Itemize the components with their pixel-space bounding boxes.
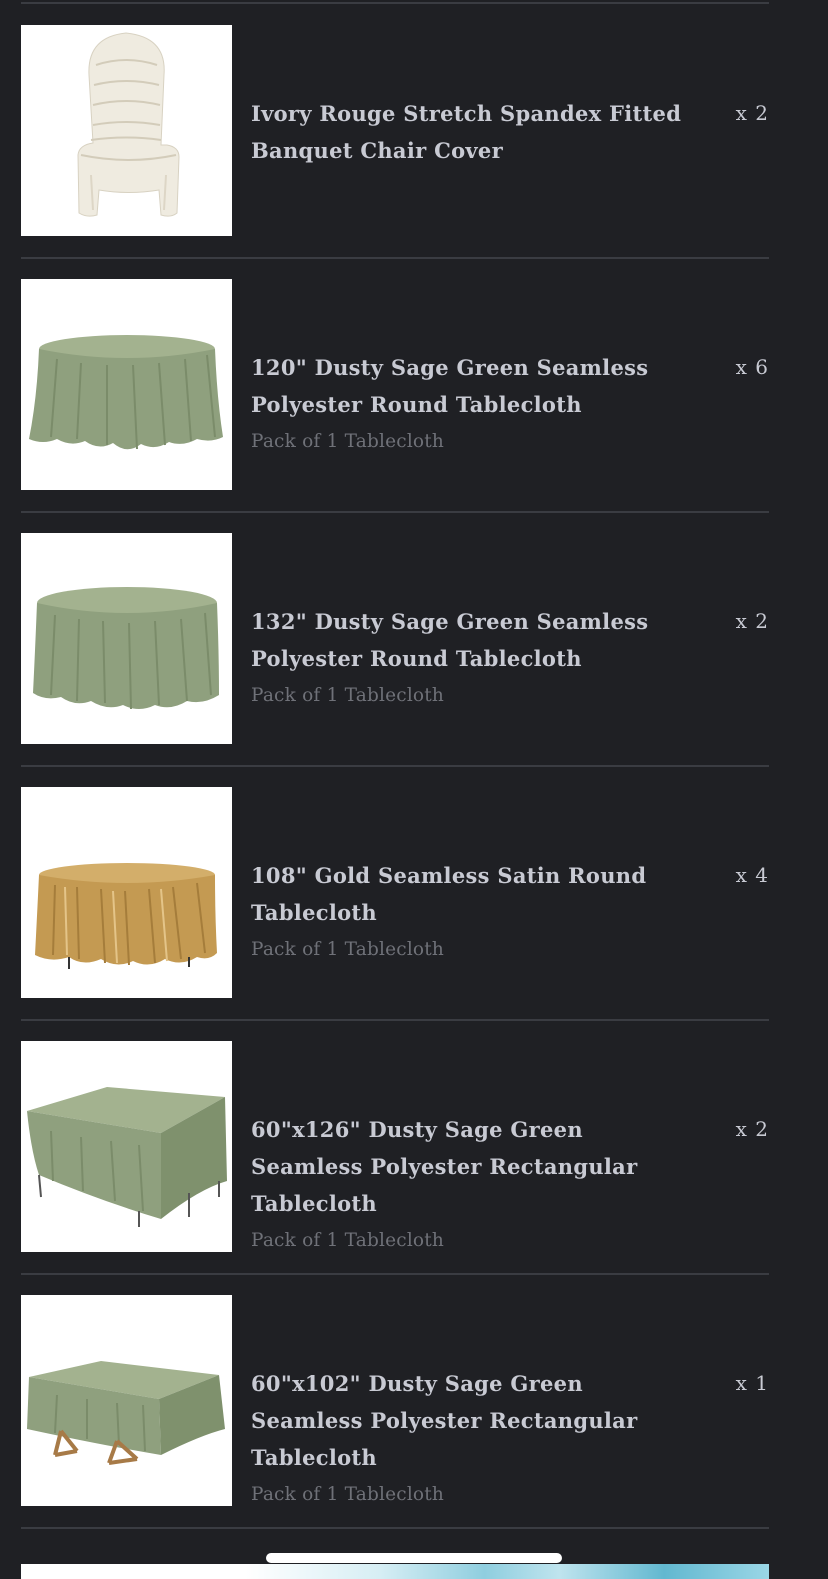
item-subtitle: Pack of 1 Tablecloth	[251, 685, 445, 706]
divider	[21, 1019, 769, 1021]
rectangular-tablecloth-image[interactable]	[21, 1295, 232, 1506]
item-title[interactable]: 108" Gold Seamless Satin Round Tableclot…	[251, 857, 689, 968]
cart-item[interactable]: Ivory Rouge Stretch Spandex Fitted Banqu…	[21, 25, 769, 259]
item-quantity: x 1	[735, 1371, 769, 1395]
divider	[21, 511, 769, 513]
item-title-text: 132" Dusty Sage Green Seamless Polyester…	[251, 609, 649, 671]
round-tablecloth-image[interactable]	[21, 787, 232, 998]
cart-item[interactable]: 120" Dusty Sage Green Seamless Polyester…	[21, 279, 769, 513]
cart-item[interactable]: 60"x126" Dusty Sage Green Seamless Polye…	[21, 1041, 769, 1275]
cart-items-page: Ivory Rouge Stretch Spandex Fitted Banqu…	[0, 0, 828, 1579]
item-title[interactable]: 132" Dusty Sage Green Seamless Polyester…	[251, 603, 689, 714]
round-tablecloth-icon	[29, 335, 223, 450]
item-title-text: Ivory Rouge Stretch Spandex Fitted Banqu…	[251, 101, 682, 163]
item-title-text: 60"x102" Dusty Sage Green Seamless Polye…	[251, 1371, 638, 1470]
rectangular-tablecloth-icon	[27, 1361, 225, 1465]
item-title[interactable]: 60"x102" Dusty Sage Green Seamless Polye…	[251, 1365, 689, 1513]
item-quantity: x 2	[735, 609, 769, 633]
item-subtitle: Pack of 1 Tablecloth	[251, 1484, 445, 1505]
cart-item[interactable]: 132" Dusty Sage Green Seamless Polyester…	[21, 533, 769, 767]
chair-cover-icon	[77, 32, 180, 217]
bottom-banner	[21, 1564, 769, 1579]
rectangular-tablecloth-icon	[27, 1087, 227, 1227]
item-quantity: x 4	[735, 863, 769, 887]
cart-item[interactable]: 108" Gold Seamless Satin Round Tableclot…	[21, 787, 769, 1021]
cart-item[interactable]: 60"x102" Dusty Sage Green Seamless Polye…	[21, 1295, 769, 1529]
item-title-text: 120" Dusty Sage Green Seamless Polyester…	[251, 355, 649, 417]
round-tablecloth-icon	[33, 587, 219, 710]
item-title[interactable]: 60"x126" Dusty Sage Green Seamless Polye…	[251, 1111, 689, 1259]
chair-cover-image[interactable]	[21, 25, 232, 236]
round-tablecloth-icon	[35, 863, 217, 969]
item-quantity: x 6	[735, 355, 769, 379]
divider	[21, 765, 769, 767]
round-tablecloth-image[interactable]	[21, 533, 232, 744]
round-tablecloth-image[interactable]	[21, 279, 232, 490]
item-subtitle: Pack of 1 Tablecloth	[251, 431, 445, 452]
divider	[21, 1527, 769, 1529]
item-quantity: x 2	[735, 101, 769, 125]
item-title[interactable]: Ivory Rouge Stretch Spandex Fitted Banqu…	[251, 95, 689, 169]
item-subtitle: Pack of 1 Tablecloth	[251, 1230, 445, 1251]
item-title[interactable]: 120" Dusty Sage Green Seamless Polyester…	[251, 349, 689, 460]
item-quantity: x 2	[735, 1117, 769, 1141]
home-indicator[interactable]	[266, 1553, 562, 1563]
divider	[21, 2, 769, 4]
item-title-text: 60"x126" Dusty Sage Green Seamless Polye…	[251, 1117, 638, 1216]
item-title-text: 108" Gold Seamless Satin Round Tableclot…	[251, 863, 647, 925]
item-subtitle: Pack of 1 Tablecloth	[251, 939, 445, 960]
rectangular-tablecloth-image[interactable]	[21, 1041, 232, 1252]
divider	[21, 257, 769, 259]
divider	[21, 1273, 769, 1275]
